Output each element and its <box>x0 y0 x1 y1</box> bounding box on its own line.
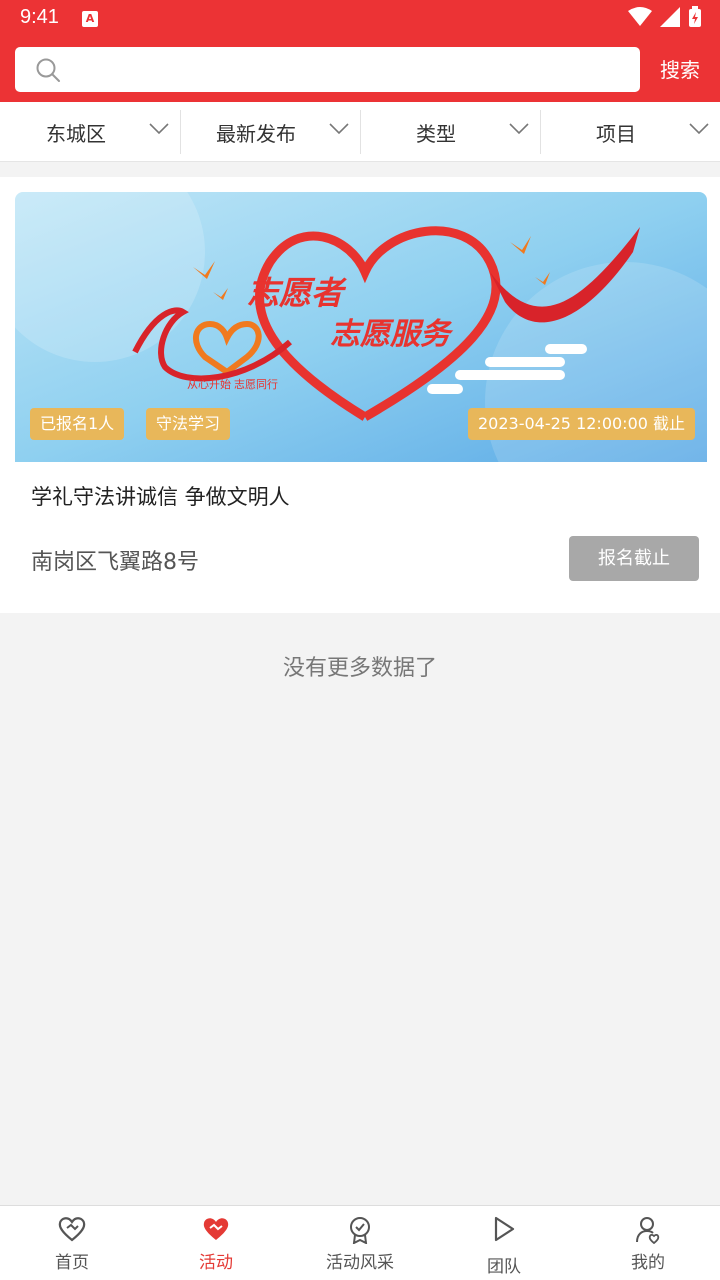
banner-heading-1: 志愿者 <box>247 275 347 311</box>
signup-closed-button[interactable]: 报名截止 <box>569 536 699 581</box>
filter-type-dropdown[interactable]: 类型 <box>360 102 540 162</box>
chevron-down-icon <box>329 123 349 135</box>
user-heart-icon <box>636 1217 660 1244</box>
tab-activities[interactable]: 活动 <box>144 1206 288 1280</box>
heart-hands-icon <box>203 1218 229 1240</box>
status-time: 9:41 <box>20 6 59 28</box>
search-header: 搜索 <box>0 36 720 102</box>
app-notification-icon: A <box>82 11 98 27</box>
chevron-down-icon <box>689 123 709 135</box>
play-icon <box>494 1216 515 1242</box>
search-button[interactable]: 搜索 <box>650 54 710 83</box>
event-address: 南岗区飞翼路8号 <box>31 550 199 575</box>
deadline-badge: 2023-04-25 12:00:00 截止 <box>468 408 696 440</box>
registered-count-badge: 已报名1人 <box>30 408 125 440</box>
search-box <box>15 47 640 92</box>
tab-team-label: 团队 <box>487 1257 521 1277</box>
tab-mine[interactable]: 我的 <box>576 1206 720 1280</box>
heart-outline-icon <box>58 1217 86 1242</box>
filter-sort-label: 最新发布 <box>216 121 296 146</box>
search-input[interactable] <box>75 47 625 92</box>
banner-heading-2: 志愿服务 <box>330 318 454 351</box>
filter-district-label: 东城区 <box>46 121 106 146</box>
tab-home-label: 首页 <box>55 1253 89 1273</box>
tab-activity-gallery-label: 活动风采 <box>326 1253 394 1273</box>
filter-bar: 东城区 最新发布 类型 项目 <box>0 102 720 162</box>
tab-activities-label: 活动 <box>199 1253 233 1273</box>
signal-icon <box>660 7 680 27</box>
bottom-tab-bar: 首页 活动 活动风采 团队 我的 <box>0 1205 720 1280</box>
tab-home[interactable]: 首页 <box>0 1206 144 1280</box>
filter-project-label: 项目 <box>596 121 636 146</box>
filter-type-label: 类型 <box>416 121 456 146</box>
tab-team[interactable]: 团队 <box>432 1206 576 1280</box>
filter-project-dropdown[interactable]: 项目 <box>540 102 720 162</box>
chevron-down-icon <box>509 123 529 135</box>
chevron-down-icon <box>149 123 169 135</box>
no-more-data-message: 没有更多数据了 <box>282 656 437 681</box>
status-indicators <box>628 6 702 28</box>
tab-mine-label: 我的 <box>631 1253 665 1273</box>
tab-activity-gallery[interactable]: 活动风采 <box>288 1206 432 1280</box>
filter-sort-dropdown[interactable]: 最新发布 <box>180 102 360 162</box>
award-badge-icon <box>350 1217 370 1244</box>
wifi-icon <box>628 7 652 26</box>
status-bar: 9:41 A <box>0 0 720 36</box>
banner-slogan: 从心开始 志愿同行 <box>187 377 278 391</box>
filter-district-dropdown[interactable]: 东城区 <box>0 102 180 162</box>
battery-charging-icon <box>689 6 701 27</box>
event-card[interactable]: 志愿者 志愿服务 从心开始 志愿同行 已报名1人 守法学习 2023-04-25… <box>0 177 720 613</box>
event-title: 学礼守法讲诚信 争做文明人 <box>31 485 290 509</box>
search-icon <box>36 58 60 82</box>
category-badge: 守法学习 <box>146 408 231 440</box>
